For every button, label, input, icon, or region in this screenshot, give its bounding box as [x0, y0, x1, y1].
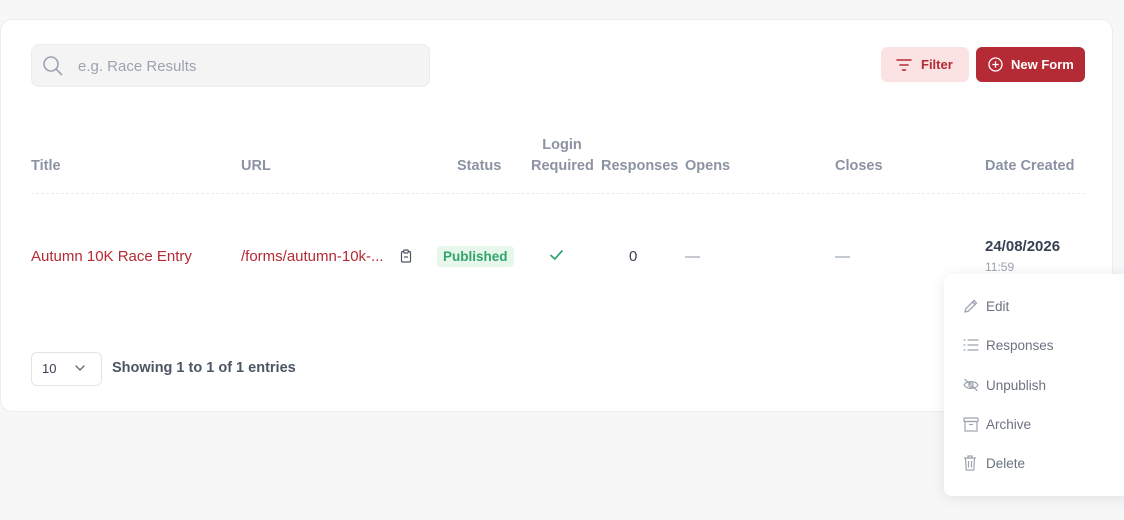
search-box[interactable]	[31, 44, 430, 88]
new-form-button-label: New Form	[1011, 57, 1074, 72]
check-icon	[549, 248, 564, 266]
header-date-created[interactable]: Date Created	[985, 156, 1074, 177]
header-closes[interactable]: Closes	[835, 156, 883, 177]
filter-button[interactable]: Filter	[881, 47, 969, 82]
filter-button-label: Filter	[921, 57, 953, 72]
header-status[interactable]: Status	[457, 156, 501, 177]
filter-icon	[895, 58, 913, 72]
header-login-line2: Required	[531, 158, 594, 174]
closes-value: —	[835, 248, 850, 265]
entries-info: Showing 1 to 1 of 1 entries	[112, 360, 296, 376]
menu-item-delete[interactable]: Delete	[944, 446, 1124, 480]
row-actions-menu: Edit Responses Unpublish Archive Delete	[944, 274, 1124, 496]
header-login-required[interactable]: Login Required	[531, 135, 594, 177]
header-divider	[31, 193, 1085, 194]
pencil-icon	[963, 298, 979, 314]
responses-count: 0	[629, 248, 638, 265]
header-title[interactable]: Title	[31, 156, 61, 177]
page-size-value: 10	[42, 361, 57, 376]
date-created: 24/08/2026	[985, 238, 1061, 255]
list-icon	[963, 338, 979, 352]
status-badge: Published	[437, 246, 514, 267]
form-url-link[interactable]: /forms/autumn-10k-...	[241, 247, 389, 267]
chevron-down-icon	[74, 362, 86, 377]
plus-circle-icon	[988, 57, 1003, 72]
eye-off-icon	[963, 378, 979, 392]
menu-item-archive[interactable]: Archive	[944, 407, 1124, 441]
header-responses[interactable]: Responses	[601, 156, 678, 177]
header-opens[interactable]: Opens	[685, 156, 730, 177]
menu-item-label: Archive	[986, 416, 1032, 432]
menu-item-unpublish[interactable]: Unpublish	[944, 368, 1124, 402]
page-size-select[interactable]: 10	[31, 352, 102, 386]
menu-item-edit[interactable]: Edit	[944, 289, 1124, 323]
opens-value: —	[685, 248, 700, 265]
search-input[interactable]	[76, 45, 420, 88]
menu-item-label: Edit	[986, 298, 1010, 314]
clipboard-icon[interactable]	[400, 249, 412, 268]
menu-item-label: Unpublish	[986, 377, 1047, 393]
menu-item-label: Delete	[986, 455, 1026, 471]
search-icon	[42, 55, 64, 82]
time-created: 11:59	[985, 260, 1015, 274]
trash-icon	[963, 455, 979, 471]
new-form-button[interactable]: New Form	[976, 47, 1085, 82]
form-title-link[interactable]: Autumn 10K Race Entry	[31, 247, 192, 267]
header-url[interactable]: URL	[241, 156, 271, 177]
menu-item-label: Responses	[986, 337, 1054, 353]
archive-icon	[963, 416, 979, 432]
menu-item-responses[interactable]: Responses	[944, 328, 1124, 362]
header-login-line1: Login	[542, 137, 582, 153]
